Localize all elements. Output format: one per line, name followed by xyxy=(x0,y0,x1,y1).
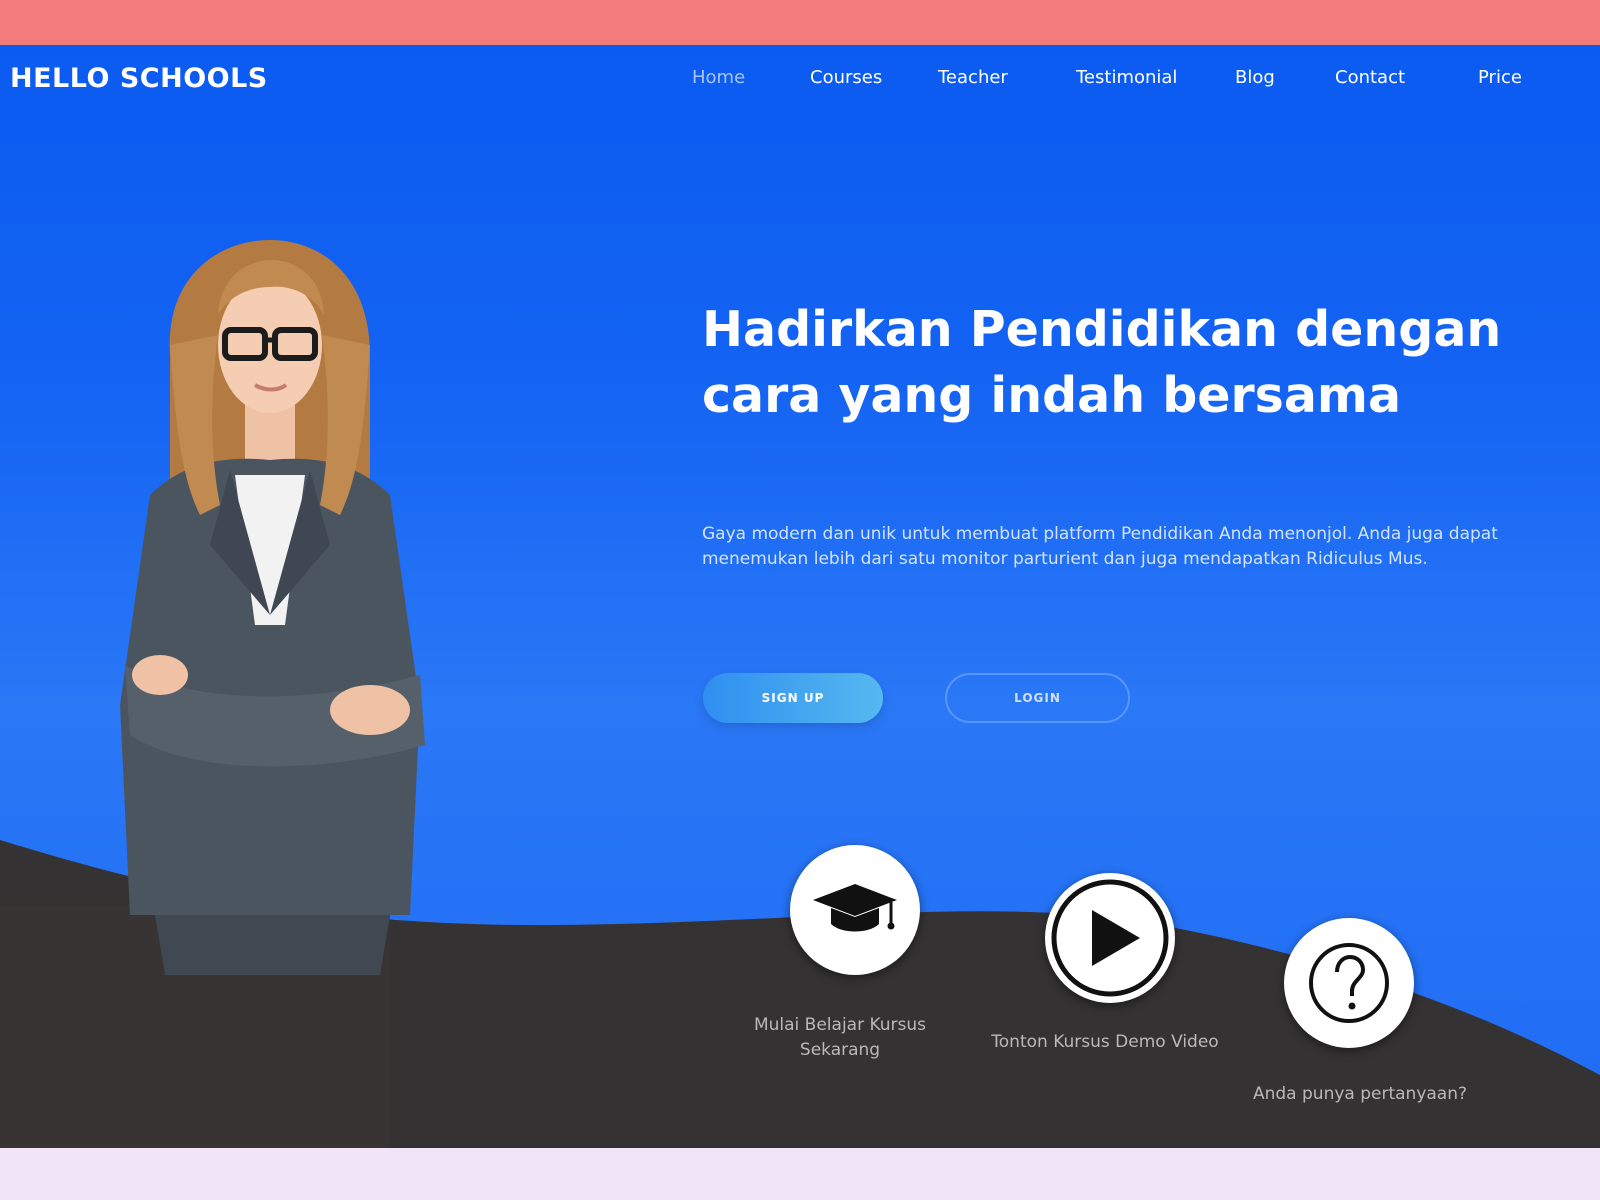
nav-contact[interactable]: Contact xyxy=(1335,67,1405,88)
question-icon xyxy=(1309,943,1389,1023)
nav-blog[interactable]: Blog xyxy=(1235,67,1275,88)
nav-home[interactable]: Home xyxy=(692,67,745,88)
nav-price[interactable]: Price xyxy=(1478,67,1522,88)
feature-demo-video-label: Tonton Kursus Demo Video xyxy=(991,1032,1219,1052)
nav-courses[interactable]: Courses xyxy=(810,67,882,88)
hero-section: HELLO SCHOOLS Home Courses Teacher Testi… xyxy=(0,45,1600,1148)
feature-demo-video-button[interactable] xyxy=(1045,873,1175,1003)
hero-headline: Hadirkan Pendidikan dengan cara yang ind… xyxy=(702,297,1562,429)
feature-question-button[interactable] xyxy=(1284,918,1414,1048)
main-navigation: Home Courses Teacher Testimonial Blog Co… xyxy=(0,67,1600,97)
play-icon xyxy=(1051,879,1169,997)
teacher-illustration xyxy=(120,240,425,975)
bottom-color-strip xyxy=(0,1148,1600,1200)
feature-courses-button[interactable] xyxy=(790,845,920,975)
feature-courses-label: Mulai Belajar Kursus Sekarang xyxy=(753,1015,927,1060)
hero-headline-line-2: cara yang indah bersama xyxy=(702,367,1402,424)
hero-description: Gaya modern dan unik untuk membuat platf… xyxy=(702,524,1498,569)
top-color-strip xyxy=(0,0,1600,45)
nav-testimonial[interactable]: Testimonial xyxy=(1076,67,1177,88)
login-button[interactable]: LOGIN xyxy=(945,673,1130,723)
hero-headline-line-1: Hadirkan Pendidikan dengan xyxy=(702,301,1502,358)
signup-button[interactable]: SIGN UP xyxy=(703,673,883,723)
nav-teacher[interactable]: Teacher xyxy=(938,67,1008,88)
graduation-cap-icon xyxy=(813,884,897,932)
feature-question-label: Anda punya pertanyaan? xyxy=(1252,1084,1468,1104)
